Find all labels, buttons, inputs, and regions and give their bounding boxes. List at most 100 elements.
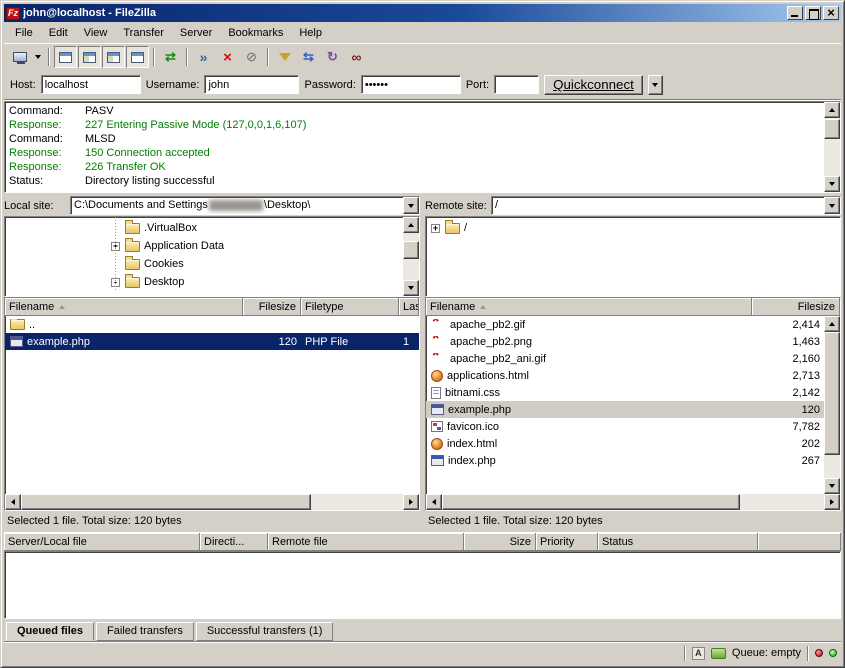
column-header-server-local-file[interactable]: Server/Local file	[4, 533, 200, 551]
scroll-up-button[interactable]	[403, 217, 419, 233]
file-row-parent-dir[interactable]: ..	[5, 316, 419, 333]
tab-successful-transfers[interactable]: Successful transfers (1)	[196, 622, 334, 641]
file-row[interactable]: apache_pb2_ani.gif 2,160	[426, 350, 824, 367]
disconnect-button[interactable]	[240, 46, 263, 68]
tree-expander[interactable]: +	[111, 242, 120, 251]
file-row[interactable]: apache_pb2.gif 2,414	[426, 316, 824, 333]
remote-site-combo[interactable]: /	[491, 196, 841, 215]
scroll-track[interactable]	[824, 332, 840, 478]
scroll-down-button[interactable]	[824, 478, 840, 494]
file-row[interactable]: applications.html 2,713	[426, 367, 824, 384]
scroll-thumb[interactable]	[824, 119, 840, 139]
column-header-filesize[interactable]: Filesize	[243, 298, 301, 316]
column-header-filename[interactable]: Filename	[426, 298, 752, 316]
scroll-track[interactable]	[442, 494, 824, 510]
tree-item-virtualbox[interactable]: .VirtualBox	[5, 219, 403, 237]
file-row-example-php[interactable]: example.php 120	[426, 401, 824, 418]
host-input[interactable]	[41, 75, 141, 94]
scroll-down-button[interactable]	[403, 280, 419, 296]
quickconnect-button[interactable]: Quickconnect	[544, 75, 643, 95]
scroll-up-button[interactable]	[824, 316, 840, 332]
combo-dropdown-button[interactable]	[824, 197, 840, 214]
process-queue-button[interactable]	[192, 46, 215, 68]
tab-queued-files[interactable]: Queued files	[6, 622, 94, 641]
refresh-button[interactable]	[159, 46, 182, 68]
column-header-filesize[interactable]: Filesize	[752, 298, 840, 316]
toggle-queue-button[interactable]	[126, 46, 149, 68]
scroll-thumb[interactable]	[403, 241, 419, 259]
remote-list-hscrollbar[interactable]	[426, 494, 840, 510]
column-header-priority[interactable]: Priority	[536, 533, 598, 551]
scroll-right-button[interactable]	[824, 494, 840, 510]
synchronized-browsing-button[interactable]	[321, 46, 344, 68]
scroll-track[interactable]	[21, 494, 403, 510]
close-button[interactable]	[823, 6, 839, 20]
username-input[interactable]	[204, 75, 299, 94]
file-row[interactable]: apache_pb2.png 1,463	[426, 333, 824, 350]
directory-comparison-button[interactable]	[297, 46, 320, 68]
menu-edit[interactable]: Edit	[42, 25, 75, 41]
scroll-down-button[interactable]	[824, 176, 840, 192]
tree-expander[interactable]: -	[111, 278, 120, 287]
sync-browsing-icon	[327, 49, 338, 65]
site-manager-button[interactable]	[8, 46, 31, 68]
tab-failed-transfers[interactable]: Failed transfers	[96, 622, 194, 641]
column-header-size[interactable]: Size	[464, 533, 536, 551]
speed-limits-icon[interactable]	[711, 648, 726, 659]
file-row-example-php[interactable]: example.php 120 PHP File 1	[5, 333, 419, 350]
column-header-filename[interactable]: Filename	[5, 298, 243, 316]
password-input[interactable]	[361, 75, 461, 94]
menu-bookmarks[interactable]: Bookmarks	[221, 25, 290, 41]
tree-expander[interactable]: +	[431, 224, 440, 233]
scroll-left-button[interactable]	[426, 494, 442, 510]
scroll-left-button[interactable]	[5, 494, 21, 510]
scroll-track[interactable]	[824, 118, 840, 176]
file-row[interactable]: bitnami.css 2,142	[426, 384, 824, 401]
local-list-hscrollbar[interactable]	[5, 494, 419, 510]
remote-status-text: Selected 1 file. Total size: 120 bytes	[425, 511, 841, 529]
combo-dropdown-button[interactable]	[403, 197, 419, 214]
filter-button[interactable]	[273, 46, 296, 68]
toggle-message-log-button[interactable]	[54, 46, 77, 68]
file-row[interactable]: index.php 267	[426, 452, 824, 469]
column-header-remote-file[interactable]: Remote file	[268, 533, 464, 551]
menu-view[interactable]: View	[77, 25, 115, 41]
scroll-thumb[interactable]	[21, 494, 311, 510]
menu-help[interactable]: Help	[292, 25, 329, 41]
local-tree-scrollbar[interactable]	[403, 217, 419, 296]
port-input[interactable]	[494, 75, 539, 94]
scroll-thumb[interactable]	[824, 332, 840, 455]
toggle-remote-tree-button[interactable]	[102, 46, 125, 68]
scroll-track[interactable]	[403, 233, 419, 280]
tree-item-root[interactable]: +/	[426, 219, 840, 237]
remote-list-vscrollbar[interactable]	[824, 316, 840, 494]
menu-server[interactable]: Server	[173, 25, 219, 41]
tree-item-application-data[interactable]: +Application Data	[5, 237, 403, 255]
file-row[interactable]: favicon.ico 7,782	[426, 418, 824, 435]
scroll-thumb[interactable]	[442, 494, 740, 510]
column-header-direction[interactable]: Directi...	[200, 533, 268, 551]
column-header-status[interactable]: Status	[598, 533, 758, 551]
scroll-right-button[interactable]	[403, 494, 419, 510]
quickconnect-dropdown-button[interactable]	[648, 75, 663, 95]
transfer-type-icon[interactable]	[692, 647, 705, 660]
find-files-button[interactable]	[345, 46, 368, 68]
toggle-local-tree-button[interactable]	[78, 46, 101, 68]
tree-item-cookies[interactable]: Cookies	[5, 255, 403, 273]
cancel-operation-button[interactable]	[216, 46, 239, 68]
column-header-last-modified[interactable]: Last modified	[399, 298, 419, 316]
log-scrollbar[interactable]	[824, 102, 840, 192]
scroll-up-button[interactable]	[824, 102, 840, 118]
local-site-combo[interactable]: C:\Documents and Settings\Desktop\	[70, 196, 420, 215]
toolbar	[4, 43, 841, 70]
column-header-filetype[interactable]: Filetype	[301, 298, 399, 316]
maximize-button[interactable]	[805, 6, 821, 20]
file-row[interactable]: index.html 202	[426, 435, 824, 452]
site-manager-dropdown-button[interactable]	[32, 46, 44, 68]
menu-transfer[interactable]: Transfer	[116, 25, 171, 41]
menu-file[interactable]: File	[8, 25, 40, 41]
transfer-queue-list[interactable]	[4, 551, 841, 619]
titlebar[interactable]: Fz john@localhost - FileZilla	[4, 4, 841, 22]
minimize-button[interactable]	[787, 6, 803, 20]
tree-item-desktop[interactable]: -Desktop	[5, 273, 403, 291]
